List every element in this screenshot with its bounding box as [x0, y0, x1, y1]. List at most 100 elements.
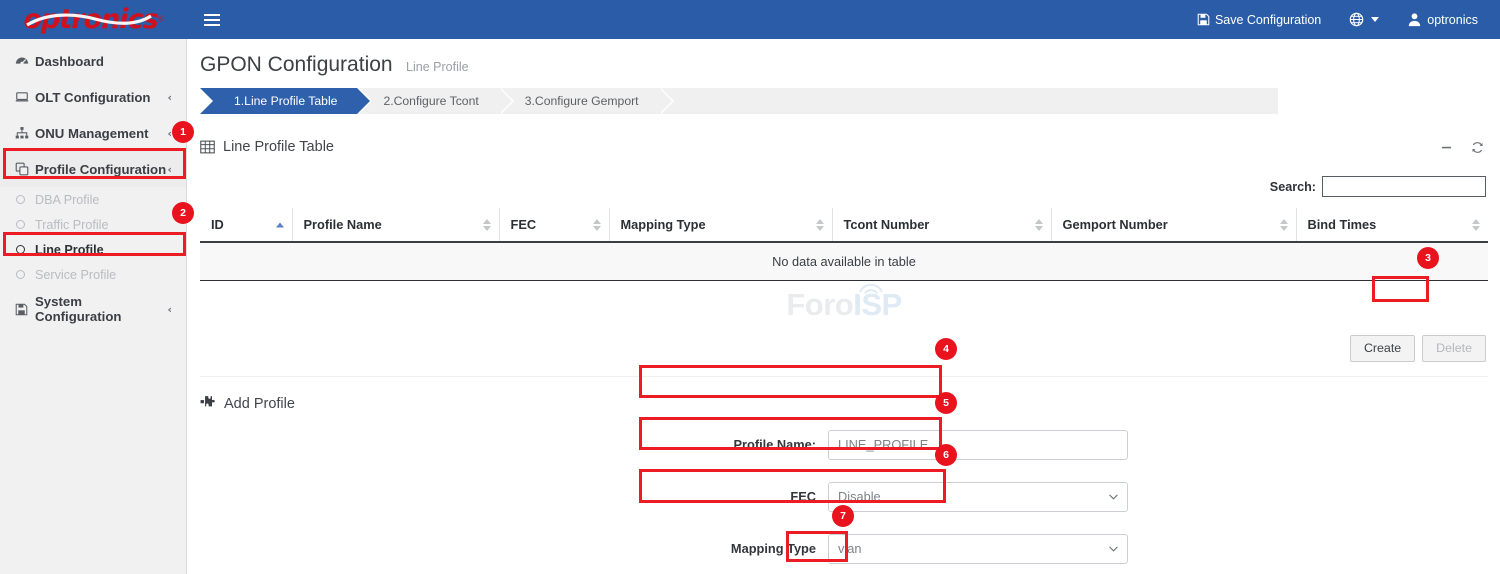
top-navbar: optronics® Save Configuration [0, 0, 1500, 39]
table-row-empty: No data available in table [200, 242, 1488, 281]
wizard-step-1[interactable]: 1.Line Profile Table [200, 88, 357, 114]
sidebar-arrow-profile-configuration: ‹ [167, 163, 172, 176]
wifi-arc-icon [858, 281, 884, 295]
sidebar-label-service-profile: Service Profile [35, 268, 116, 282]
sitemap-icon [15, 126, 35, 140]
mapping-type-select[interactable]: vlan [828, 534, 1128, 564]
wizard-step-2[interactable]: 2.Configure Tcont [357, 88, 498, 114]
save-configuration-button[interactable]: Save Configuration [1183, 0, 1335, 39]
watermark-text: ForoISP [786, 287, 901, 323]
sidebar-item-line-profile[interactable]: Line Profile [0, 237, 186, 262]
sidebar-label-profile-configuration: Profile Configuration [35, 162, 167, 177]
col-fec[interactable]: FEC [499, 208, 609, 242]
minus-icon[interactable] [1440, 141, 1453, 154]
logo-text: optronics [23, 4, 157, 35]
wizard-step-3-label: 3.Configure Gemport [525, 94, 639, 108]
sort-arrows-fec [593, 219, 601, 231]
profile-name-control [828, 430, 1128, 460]
topbar-right-group: Save Configuration [1183, 0, 1500, 39]
panel-header: Line Profile Table [200, 132, 1488, 162]
annotation-badge-2: 2 [172, 202, 194, 224]
chevron-down-icon [1371, 17, 1379, 22]
col-tcont-number-label: Tcont Number [844, 217, 930, 232]
col-bind-times-label: Bind Times [1308, 217, 1377, 232]
sidebar-item-system-configuration[interactable]: System Configuration ‹ [0, 291, 186, 327]
col-profile-name[interactable]: Profile Name [292, 208, 499, 242]
sidebar-label-dba-profile: DBA Profile [35, 193, 99, 207]
sidebar-item-olt-configuration[interactable]: OLT Configuration ‹ [0, 79, 186, 115]
sort-arrows-mapping-type [816, 219, 824, 231]
form-row-profile-name: Profile Name: [188, 430, 1500, 460]
col-gemport-number-label: Gemport Number [1063, 217, 1168, 232]
annotation-badge-4: 4 [935, 338, 957, 360]
create-button[interactable]: Create [1350, 335, 1415, 362]
col-bind-times[interactable]: Bind Times [1296, 208, 1488, 242]
main-content: GPON Configuration Line Profile 1.Line P… [188, 39, 1500, 574]
fec-select[interactable]: Disable [828, 482, 1128, 512]
wizard-step-1-label: 1.Line Profile Table [234, 94, 337, 108]
save-configuration-label: Save Configuration [1215, 13, 1321, 27]
line-profile-table: ID Profile Name FEC Mapping Type [200, 208, 1488, 281]
col-mapping-type[interactable]: Mapping Type [609, 208, 832, 242]
circle-icon [16, 245, 35, 254]
wizard-step-3[interactable]: 3.Configure Gemport [499, 88, 659, 114]
sidebar-item-service-profile[interactable]: Service Profile [0, 262, 186, 287]
annotation-badge-6: 6 [935, 444, 957, 466]
hamburger-icon[interactable] [199, 7, 225, 33]
watermark-part1: Foro [786, 287, 853, 322]
panel-tools [1440, 141, 1488, 154]
add-profile-title: Add Profile [224, 396, 295, 412]
annotation-badge-3: 3 [1417, 247, 1439, 269]
search-input[interactable] [1322, 176, 1486, 197]
col-gemport-number[interactable]: Gemport Number [1051, 208, 1296, 242]
sidebar-item-dashboard[interactable]: Dashboard [0, 43, 186, 79]
table-body: No data available in table [200, 242, 1488, 281]
sidebar-item-onu-management[interactable]: ONU Management ‹ [0, 115, 186, 151]
page-header: GPON Configuration Line Profile [188, 39, 1500, 77]
watermark: ForoISP [200, 281, 1488, 329]
table-search: Search: [200, 176, 1488, 197]
sidebar-label-olt-configuration: OLT Configuration [35, 90, 167, 105]
registered-mark: ® [158, 15, 164, 24]
sidebar-item-dba-profile[interactable]: DBA Profile [0, 187, 186, 212]
mapping-type-control: vlan [828, 534, 1128, 564]
mapping-type-label: Mapping Type [188, 541, 828, 556]
globe-icon [1349, 12, 1364, 27]
sidebar-nav: Dashboard OLT Configuration ‹ [0, 39, 187, 574]
line-profile-panel: Line Profile Table [200, 132, 1488, 377]
app-root: optronics® Save Configuration [0, 0, 1500, 574]
wizard-notch [200, 88, 213, 114]
wizard-steps: 1.Line Profile Table 2.Configure Tcont 3… [200, 88, 1278, 114]
sort-arrows-gemport-number [1280, 219, 1288, 231]
table-head: ID Profile Name FEC Mapping Type [200, 208, 1488, 242]
brand-logo[interactable]: optronics® [0, 0, 187, 39]
sidebar-label-onu-management: ONU Management [35, 126, 167, 141]
sort-arrows-bind-times [1472, 219, 1480, 231]
user-icon [1407, 12, 1422, 27]
annotation-badge-1: 1 [172, 121, 194, 143]
user-menu[interactable]: optronics [1393, 0, 1500, 39]
dashboard-icon [15, 54, 35, 68]
table-action-buttons: Create Delete [200, 329, 1488, 362]
page-subtitle: Line Profile [406, 60, 469, 74]
fec-control: Disable [828, 482, 1128, 512]
annotation-badge-7: 7 [832, 505, 854, 527]
sidebar-item-traffic-profile[interactable]: Traffic Profile [0, 212, 186, 237]
sidebar-label-system-configuration: System Configuration [35, 294, 167, 324]
col-id[interactable]: ID [200, 208, 292, 242]
section-divider [200, 376, 1488, 377]
sidebar-item-profile-configuration[interactable]: Profile Configuration ‹ [0, 151, 186, 187]
panel-title: Line Profile Table [223, 139, 334, 155]
clone-icon [15, 162, 35, 176]
profile-name-input[interactable] [828, 430, 1128, 460]
col-tcont-number[interactable]: Tcont Number [832, 208, 1051, 242]
col-fec-label: FEC [511, 217, 537, 232]
sort-arrows-id [276, 222, 284, 227]
sidebar-arrow-olt-configuration: ‹ [167, 91, 172, 104]
circle-icon [16, 195, 35, 204]
refresh-icon[interactable] [1471, 141, 1484, 154]
sidebar-label-traffic-profile: Traffic Profile [35, 218, 108, 232]
fec-label: FEC [188, 489, 828, 504]
wizard-step-2-label: 2.Configure Tcont [383, 94, 478, 108]
language-selector[interactable] [1335, 0, 1393, 39]
